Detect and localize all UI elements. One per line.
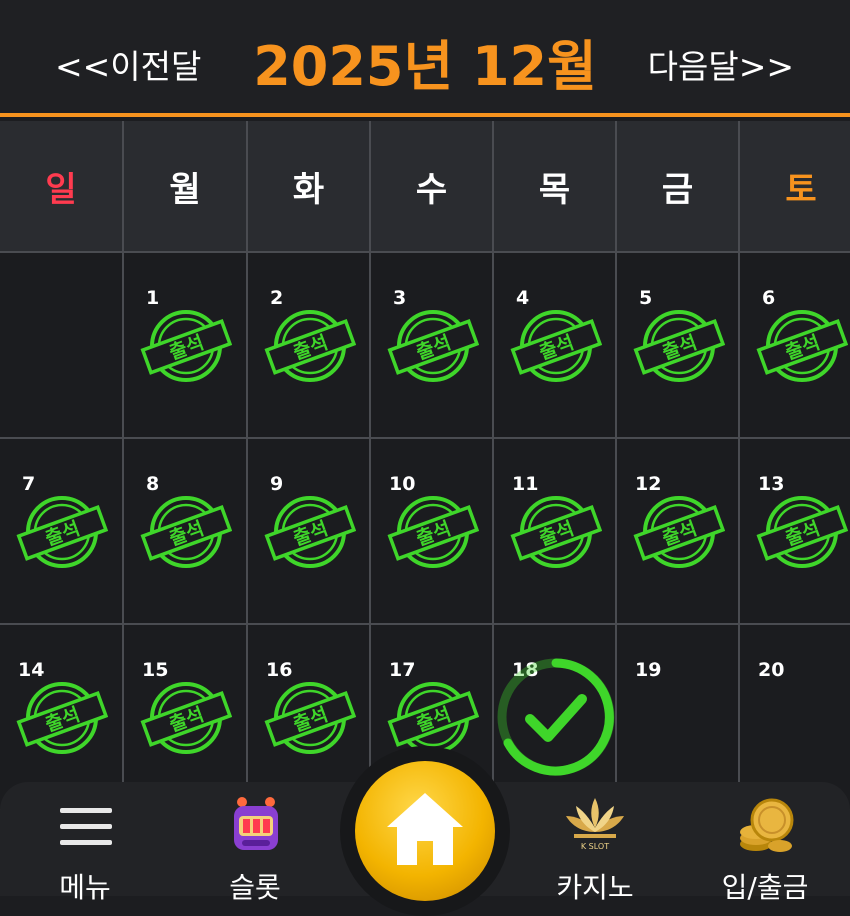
attendance-stamp-icon: 출석 <box>756 496 848 568</box>
slot-machine-icon <box>234 797 278 850</box>
attendance-stamp-icon: 출석 <box>264 496 356 568</box>
weekday-thu: 목 <box>494 121 615 251</box>
stamp-label: 출석 <box>782 332 822 365</box>
calendar-day-cell[interactable]: 4 출석 <box>494 253 615 437</box>
day-number: 10 <box>389 473 416 495</box>
next-month-button[interactable]: 다음달>> <box>648 40 794 88</box>
attendance-stamp-icon: 출석 <box>387 310 479 382</box>
attendance-stamp-icon: 출석 <box>633 310 725 382</box>
day-number: 4 <box>516 287 530 309</box>
attendance-stamp-icon: 출석 <box>756 310 848 382</box>
stamp-label: 출석 <box>413 518 453 551</box>
weekday-wed: 수 <box>371 121 492 251</box>
attendance-stamp-icon: 출석 <box>16 682 108 754</box>
lotus-logo-icon: K SLOT <box>566 798 624 851</box>
nav-menu[interactable]: 메뉴 <box>20 782 150 904</box>
home-button-wrap <box>340 746 510 916</box>
nav-menu-label: 메뉴 <box>59 871 111 904</box>
attendance-stamp-icon: 출석 <box>140 682 232 754</box>
nav-casino[interactable]: K SLOT 카지노 <box>530 782 660 904</box>
weekday-sun: 일 <box>0 121 122 251</box>
stamp-label: 출석 <box>42 518 82 551</box>
coins-icon <box>740 798 794 852</box>
stamp-label: 출석 <box>536 518 576 551</box>
stamp-label: 출석 <box>166 332 206 365</box>
day-number: 13 <box>758 473 785 495</box>
calendar-day-cell[interactable]: 3 출석 <box>371 253 492 437</box>
previous-month-button[interactable]: <<이전달 <box>55 40 201 88</box>
stamp-label: 출석 <box>290 332 330 365</box>
calendar-day-cell[interactable]: 11 출석 <box>494 439 615 623</box>
day-number: 16 <box>266 659 293 681</box>
attendance-stamp-icon: 출석 <box>387 496 479 568</box>
nav-slot-label: 슬롯 <box>229 871 281 904</box>
nav-slot[interactable]: 슬롯 <box>190 782 320 904</box>
stamp-label: 출석 <box>166 704 206 737</box>
calendar-day-cell[interactable]: 5 출석 <box>617 253 738 437</box>
day-number: 9 <box>270 473 284 495</box>
calendar-header: <<이전달 2025년 12월 다음달>> <box>0 0 850 117</box>
day-number: 15 <box>142 659 169 681</box>
stamp-label: 출석 <box>413 704 453 737</box>
calendar-day-cell[interactable]: 6 출석 <box>740 253 850 437</box>
stamp-label: 출석 <box>290 518 330 551</box>
stamp-label: 출석 <box>782 518 822 551</box>
nav-deposit-withdraw-label: 입/출금 <box>721 871 809 904</box>
day-number: 19 <box>635 659 662 681</box>
attendance-stamp-icon: 출석 <box>140 310 232 382</box>
stamp-label: 출석 <box>166 518 206 551</box>
weekday-mon: 월 <box>124 121 246 251</box>
day-number: 17 <box>389 659 416 681</box>
day-number: 1 <box>146 287 160 309</box>
calendar-day-cell[interactable]: 13 출석 <box>740 439 850 623</box>
stamp-label: 출석 <box>413 332 453 365</box>
stamp-label: 출석 <box>536 332 576 365</box>
calendar-day-cell[interactable]: 7 출석 <box>0 439 122 623</box>
nav-deposit-withdraw[interactable]: 입/출금 <box>700 782 830 904</box>
day-number: 6 <box>762 287 776 309</box>
home-icon <box>387 793 463 865</box>
calendar-day-cell[interactable]: 12 출석 <box>617 439 738 623</box>
attendance-stamp-icon: 출석 <box>633 496 725 568</box>
attendance-stamp-icon: 출석 <box>510 496 602 568</box>
calendar-day-cell[interactable]: 9 출석 <box>248 439 369 623</box>
day-number: 2 <box>270 287 284 309</box>
day-number: 3 <box>393 287 407 309</box>
calendar-day-cell[interactable]: 2 출석 <box>248 253 369 437</box>
attendance-stamp-icon: 출석 <box>387 682 479 754</box>
attendance-stamp-icon: 출석 <box>140 496 232 568</box>
attendance-stamp-icon: 출석 <box>16 496 108 568</box>
attendance-stamp-icon: 출석 <box>264 310 356 382</box>
day-number: 14 <box>18 659 45 681</box>
day-number: 5 <box>639 287 653 309</box>
weekday-tue: 화 <box>248 121 369 251</box>
day-number: 8 <box>146 473 160 495</box>
month-title-text: 2025년 12월 <box>253 35 597 98</box>
calendar-day-cell[interactable]: 1 출석 <box>124 253 246 437</box>
home-button[interactable] <box>355 761 495 901</box>
calendar-day-cell[interactable]: 8 출석 <box>124 439 246 623</box>
day-number: 12 <box>635 473 662 495</box>
day-number: 11 <box>512 473 539 495</box>
attendance-stamp-icon: 출석 <box>510 310 602 382</box>
weekday-fri: 금 <box>617 121 738 251</box>
stamp-label: 출석 <box>659 332 699 365</box>
attendance-stamp-icon: 출석 <box>264 682 356 754</box>
attendance-calendar: 일 월 화 수 목 금 토 1 출석 2 출석 3 출석 4 출석 5 출석 6 출석 7 출석 8 출석 9 출… <box>0 121 850 821</box>
day-number: 7 <box>22 473 36 495</box>
day-number: 20 <box>758 659 785 681</box>
stamp-label: 출석 <box>42 704 82 737</box>
weekday-sat: 토 <box>740 121 850 251</box>
stamp-label: 출석 <box>290 704 330 737</box>
casino-logo-text: K SLOT <box>581 842 609 851</box>
stamp-label: 출석 <box>659 518 699 551</box>
calendar-empty-cell <box>0 253 122 437</box>
today-check-icon <box>497 658 615 776</box>
calendar-day-cell[interactable]: 10 출석 <box>371 439 492 623</box>
hamburger-icon <box>60 808 112 845</box>
nav-casino-label: 카지노 <box>556 871 634 904</box>
